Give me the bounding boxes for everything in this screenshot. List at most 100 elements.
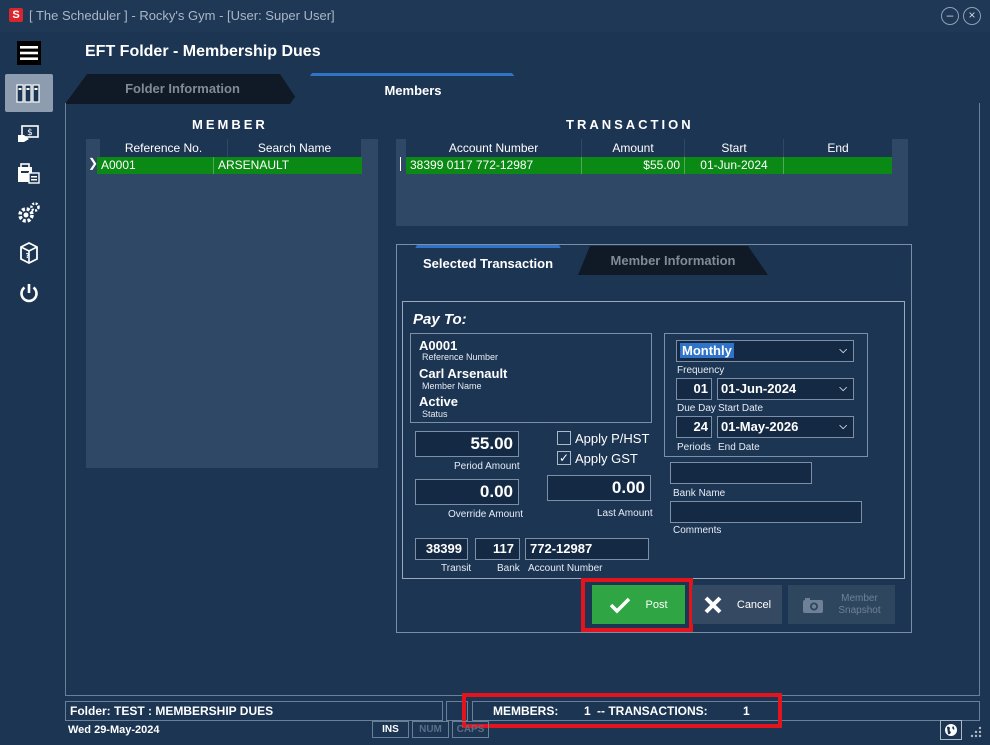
status-folder: Folder: TEST : MEMBERSHIP DUES [65,701,443,721]
menu-button[interactable] [5,34,53,72]
page-title: EFT Folder - Membership Dues [85,43,321,60]
due-day-field[interactable]: 01 [676,378,712,400]
camera-icon [803,597,824,613]
due-day-label: Due Day [677,403,716,414]
sidebar-item-settings[interactable] [5,194,53,232]
apply-phst-label[interactable]: Apply P/HST [575,431,649,446]
member-grid-header: Reference No. Search Name [100,139,362,157]
last-amount-field[interactable]: 0.00 [547,475,651,501]
chevron-down-icon: ⌵ [839,345,847,356]
account-number-field[interactable]: 772-12987 [525,538,649,560]
chevron-down-icon: ⌵ [839,383,847,394]
post-button-label: Post [645,598,668,611]
column-header-start[interactable]: Start [685,139,784,157]
last-amount-label: Last Amount [597,508,653,519]
comments-label: Comments [673,525,722,536]
folders-icon [16,84,40,103]
tab-selected-transaction[interactable]: Selected Transaction [399,245,577,276]
periods-field[interactable]: 24 [676,416,712,438]
transit-field[interactable]: 38399 [415,538,468,560]
transaction-grid[interactable]: Account Number Amount Start End 38399 01… [396,139,908,226]
apply-phst-checkbox[interactable] [557,431,571,445]
tab-folder-information[interactable]: Folder Information [65,74,300,104]
member-snapshot-label-line1: Member [841,592,878,604]
column-header-amount[interactable]: Amount [582,139,685,157]
override-amount-label: Override Amount [448,509,524,520]
member-snapshot-button[interactable]: Member Snapshot [788,585,895,624]
member-name-value: Carl Arsenault [419,366,508,381]
transaction-grid-header: Account Number Amount Start End [406,139,892,157]
bank-name-field[interactable] [670,462,812,484]
cell-search-name: ARSENAULT [218,158,290,172]
member-name-label: Member Name [422,381,482,391]
bank-field[interactable]: 117 [475,538,520,560]
cancel-button[interactable]: Cancel [692,585,782,624]
cell-end [784,157,892,174]
column-header-end[interactable]: End [784,139,892,157]
member-section-title: MEMBER [192,117,268,132]
period-amount-label: Period Amount [454,461,520,472]
tab-member-information[interactable]: Member Information [578,246,768,275]
payment-icon: $ [18,125,39,142]
comments-field[interactable] [670,501,862,523]
sidebar-item-payments[interactable]: $ [5,114,53,152]
cell-reference-no: A0001 [97,157,214,174]
table-row[interactable]: A0001 ARSENAULT [97,157,362,174]
end-date-label: End Date [718,442,760,453]
cell-amount: $55.00 [582,157,685,174]
frequency-value: Monthly [680,343,734,358]
start-date-select[interactable]: 01-Jun-2024 ⌵ [717,378,854,400]
member-grid[interactable]: Reference No. Search Name ❯ A0001 ARSENA… [86,139,378,468]
sidebar-item-store[interactable] [5,154,53,192]
bank-label: Bank [497,563,520,574]
period-amount-field[interactable]: 55.00 [415,431,519,457]
member-snapshot-label-line2: Snapshot [838,604,881,616]
transit-label: Transit [441,563,472,574]
sidebar-item-packages[interactable]: ? [5,234,53,272]
post-button[interactable]: Post [592,585,685,624]
table-row[interactable]: 38399 0117 772-12987 $55.00 01-Jun-2024 [406,157,892,174]
svg-text:?: ? [26,252,30,260]
minimize-button[interactable]: – [941,7,959,25]
close-button[interactable]: × [963,7,981,25]
reference-number-value: A0001 [419,338,458,353]
pay-to-label: Pay To: [413,311,467,328]
store-icon [18,163,40,184]
checkmark-icon [610,597,631,613]
apply-gst-checkbox[interactable]: ✓ [557,451,571,465]
row-cursor [400,157,401,171]
key-indicator-caps: CAPS [452,721,489,738]
account-number-label: Account Number [528,563,603,574]
column-header-search-name[interactable]: Search Name [228,139,362,157]
package-icon: ? [20,241,38,265]
reference-number-label: Reference Number [422,352,499,362]
start-date-label: Start Date [718,403,764,414]
chevron-down-icon: ⌵ [839,421,847,432]
cell-start: 01-Jun-2024 [685,157,784,174]
frequency-label: Frequency [677,365,725,376]
start-date-value: 01-Jun-2024 [721,381,797,396]
language-button[interactable] [940,720,962,740]
apply-gst-label[interactable]: Apply GST [575,451,638,466]
resize-grip-icon[interactable] [968,725,982,739]
override-amount-field[interactable]: 0.00 [415,479,519,505]
sidebar-item-exit[interactable] [5,274,53,312]
column-header-reference-no[interactable]: Reference No. [100,139,228,157]
end-date-value: 01-May-2026 [721,419,799,434]
globe-icon [945,724,957,736]
sidebar-item-folders[interactable] [5,74,53,112]
hamburger-icon [17,41,41,65]
svg-text:$: $ [27,128,33,138]
column-header-account-number[interactable]: Account Number [406,139,582,157]
power-icon [20,284,38,303]
cell-account-number: 38399 0117 772-12987 [406,157,582,174]
periods-label: Periods [677,442,711,453]
status-counts-highlight [462,693,782,728]
tab-members[interactable]: Members [290,73,536,104]
frequency-select[interactable]: Monthly ⌵ [676,340,854,362]
status-label: Status [422,409,448,419]
end-date-select[interactable]: 01-May-2026 ⌵ [717,416,854,438]
key-indicator-num: NUM [412,721,449,738]
window-title: [ The Scheduler ] - Rocky's Gym - [User:… [29,8,335,23]
close-icon [704,596,722,613]
